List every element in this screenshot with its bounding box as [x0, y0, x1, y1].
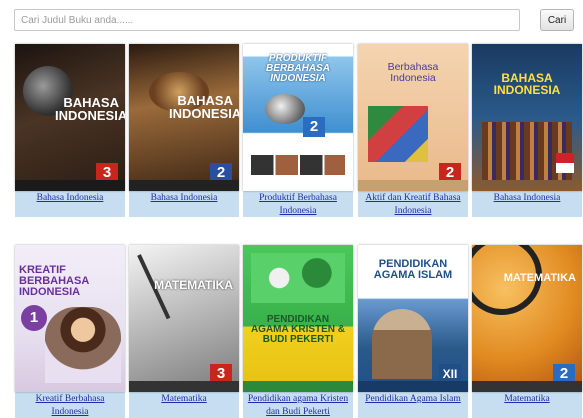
- search-button[interactable]: Cari: [540, 9, 574, 31]
- publisher-bar: [15, 180, 125, 191]
- cover-title: PRODUKTIF BERBAHASA INDONESIA: [266, 53, 330, 85]
- publisher-bar: [243, 381, 353, 392]
- microphone-illustration: [265, 94, 305, 124]
- book-card-6[interactable]: KREATIF BERBAHASA INDONESIA 1 Kreatif Be…: [15, 245, 125, 418]
- book-title-link[interactable]: Matematika: [129, 392, 239, 418]
- book-title-link[interactable]: Aktif dan Kreatif Bahasa Indonesia: [358, 191, 468, 217]
- flag-badge: [556, 153, 574, 173]
- publisher-bar: [129, 180, 239, 191]
- book-cover-7[interactable]: MATEMATIKA 3: [129, 245, 239, 392]
- book-title-link[interactable]: Kreatif Berbahasa Indonesia: [15, 392, 125, 418]
- cover-title: MATEMATIKA: [503, 272, 576, 284]
- grade-number: 1: [21, 305, 47, 331]
- book-card-2[interactable]: BAHASA INDONESIA 2 Bahasa Indonesia: [129, 44, 239, 217]
- book-card-3[interactable]: PRODUKTIF BERBAHASA INDONESIA 2 Produkti…: [243, 44, 353, 217]
- cover-title: BAHASA INDONESIA: [169, 93, 239, 122]
- book-title-link[interactable]: Pendidikan Agama Islam: [358, 392, 468, 418]
- book-cover-4[interactable]: Berbahasa Indonesia 2: [358, 44, 468, 191]
- mosque-illustration: [372, 309, 432, 379]
- book-cover-2[interactable]: BAHASA INDONESIA 2: [129, 44, 239, 191]
- book-cover-1[interactable]: BAHASA INDONESIA 3: [15, 44, 125, 191]
- photo-strip: [251, 155, 345, 175]
- cover-title: PENDIDIKAN AGAMA ISLAM: [373, 258, 453, 282]
- book-cover-6[interactable]: KREATIF BERBAHASA INDONESIA 1: [15, 245, 125, 392]
- publisher-bar: [129, 381, 239, 392]
- book-card-10[interactable]: MATEMATIKA 2 Matematika: [472, 245, 582, 418]
- book-card-1[interactable]: BAHASA INDONESIA 3 Bahasa Indonesia: [15, 44, 125, 217]
- books-illustration: [368, 106, 428, 162]
- publisher-bar: [472, 381, 582, 392]
- book-card-4[interactable]: Berbahasa Indonesia 2 Aktif dan Kreatif …: [358, 44, 468, 217]
- publisher-bar: [358, 381, 468, 392]
- book-card-5[interactable]: BAHASA INDONESIA Bahasa Indonesia: [472, 44, 582, 217]
- book-title-link[interactable]: Matematika: [472, 392, 582, 418]
- photo-collage: [251, 253, 345, 303]
- cover-title: BAHASA INDONESIA: [55, 95, 125, 124]
- book-title-link[interactable]: Pendidikan agama Kristen dan Budi Pekert…: [243, 392, 353, 418]
- publisher-bar: [358, 180, 468, 191]
- cover-title: KREATIF BERBAHASA INDONESIA: [19, 264, 89, 299]
- cover-title: PENDIDIKAN AGAMA KRISTEN & BUDI PEKERTI: [250, 314, 346, 346]
- student-reading-photo: [45, 307, 121, 383]
- book-cover-9[interactable]: PENDIDIKAN AGAMA ISLAM XII: [358, 245, 468, 392]
- cover-title: MATEMATIKA: [154, 278, 233, 292]
- book-card-9[interactable]: PENDIDIKAN AGAMA ISLAM XII Pendidikan Ag…: [358, 245, 468, 418]
- search-input[interactable]: [14, 9, 520, 31]
- book-title-link[interactable]: Bahasa Indonesia: [472, 191, 582, 217]
- book-title-link[interactable]: Produktif Berbahasa Indonesia: [243, 191, 353, 217]
- book-cover-10[interactable]: MATEMATIKA 2: [472, 245, 582, 392]
- book-card-8[interactable]: PENDIDIKAN AGAMA KRISTEN & BUDI PEKERTI …: [243, 245, 353, 418]
- book-cover-5[interactable]: BAHASA INDONESIA: [472, 44, 582, 191]
- book-title-link[interactable]: Bahasa Indonesia: [15, 191, 125, 217]
- book-title-link[interactable]: Bahasa Indonesia: [129, 191, 239, 217]
- book-card-7[interactable]: MATEMATIKA 3 Matematika: [129, 245, 239, 418]
- book-cover-8[interactable]: PENDIDIKAN AGAMA KRISTEN & BUDI PEKERTI: [243, 245, 353, 392]
- grade-number: 2: [303, 117, 325, 137]
- cover-title: Berbahasa Indonesia: [387, 61, 439, 84]
- cover-title: BAHASA INDONESIA: [493, 71, 561, 98]
- book-cover-3[interactable]: PRODUKTIF BERBAHASA INDONESIA 2: [243, 44, 353, 191]
